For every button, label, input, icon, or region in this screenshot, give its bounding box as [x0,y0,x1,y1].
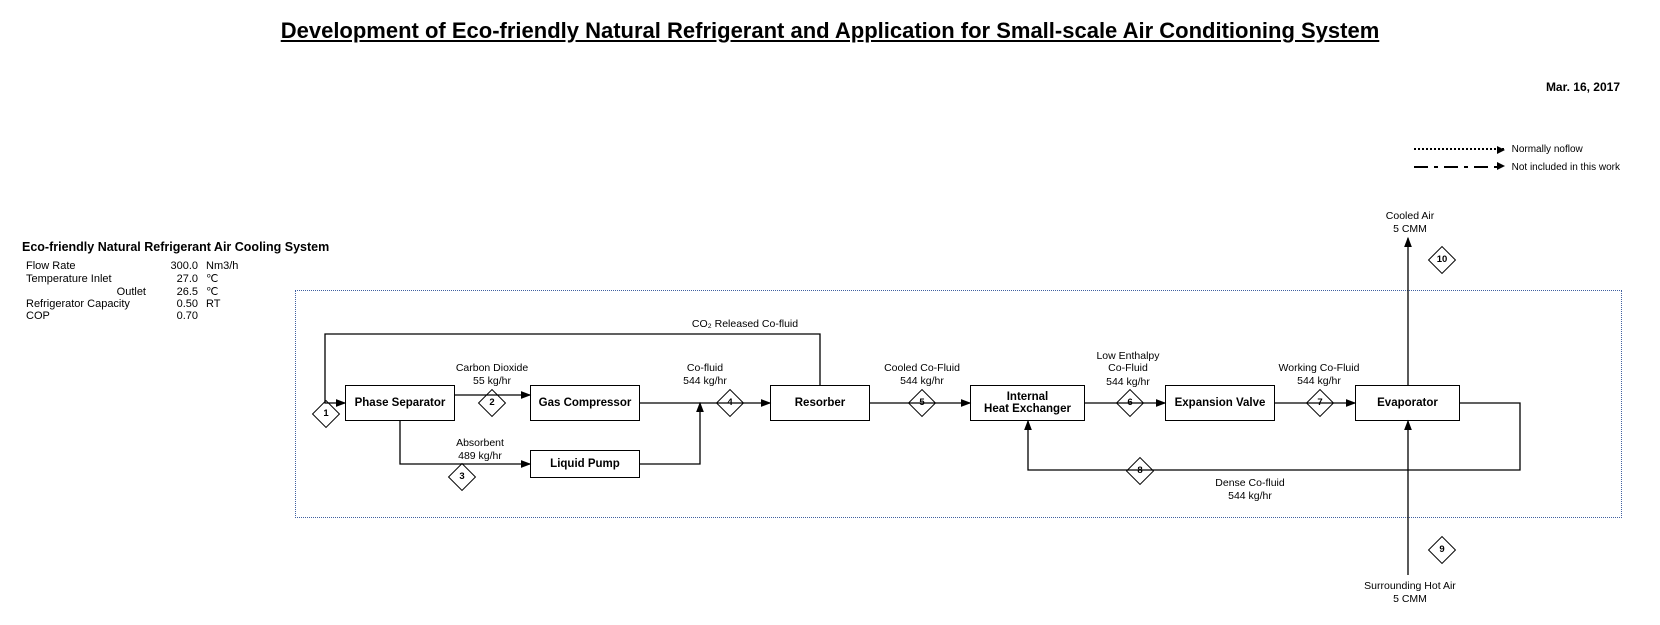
stream-marker-10: 10 [1428,246,1456,274]
param-header: Eco-friendly Natural Refrigerant Air Coo… [22,240,329,254]
parameter-block: Eco-friendly Natural Refrigerant Air Coo… [22,240,329,322]
label-stream-10-name: Cooled Air [1350,210,1470,222]
label-stream-3-name: Absorbent [435,437,525,449]
legend-line-dashdot [1414,166,1504,168]
legend-label-notincluded: Not included in this work [1512,162,1620,173]
label-stream-4-name: Co-fluid [665,362,745,374]
label-stream-7-rate: 544 kg/hr [1274,375,1364,387]
label-stream-2-rate: 55 kg/hr [452,375,532,387]
label-stream-8-rate: 544 kg/hr [1190,490,1310,502]
label-stream-1: CO₂ Released Co-fluid [595,318,895,330]
box-resorber: Resorber [770,385,870,421]
legend-label-noflow: Normally noflow [1512,144,1583,155]
legend-line-dotted [1414,148,1504,150]
stream-marker-9: 9 [1428,536,1456,564]
label-stream-3-rate: 489 kg/hr [435,450,525,462]
param-table: Flow Rate300.0Nm3/h Temperature Inlet27.… [22,260,260,322]
label-stream-5-name: Cooled Co-Fluid [872,362,972,374]
box-evaporator: Evaporator [1355,385,1460,421]
date-label: Mar. 16, 2017 [1546,80,1620,94]
label-stream-9-rate: 5 CMM [1350,593,1470,605]
label-stream-5-rate: 544 kg/hr [872,375,972,387]
legend: Normally noflow Not included in this wor… [1414,140,1620,176]
label-stream-9-name: Surrounding Hot Air [1350,580,1470,592]
page-title: Development of Eco-friendly Natural Refr… [0,18,1660,44]
label-stream-6-name: Low Enthalpy Co-Fluid [1088,350,1168,374]
box-internal-hx: Internal Heat Exchanger [970,385,1085,421]
box-expansion-valve: Expansion Valve [1165,385,1275,421]
box-phase-separator: Phase Separator [345,385,455,421]
label-stream-6-rate: 544 kg/hr [1088,376,1168,388]
box-gas-compressor: Gas Compressor [530,385,640,421]
label-stream-7-name: Working Co-Fluid [1274,362,1364,374]
box-liquid-pump: Liquid Pump [530,450,640,478]
label-stream-2-name: Carbon Dioxide [452,362,532,374]
label-stream-4-rate: 544 kg/hr [665,375,745,387]
label-stream-10-rate: 5 CMM [1350,223,1470,235]
label-stream-8-name: Dense Co-fluid [1190,477,1310,489]
